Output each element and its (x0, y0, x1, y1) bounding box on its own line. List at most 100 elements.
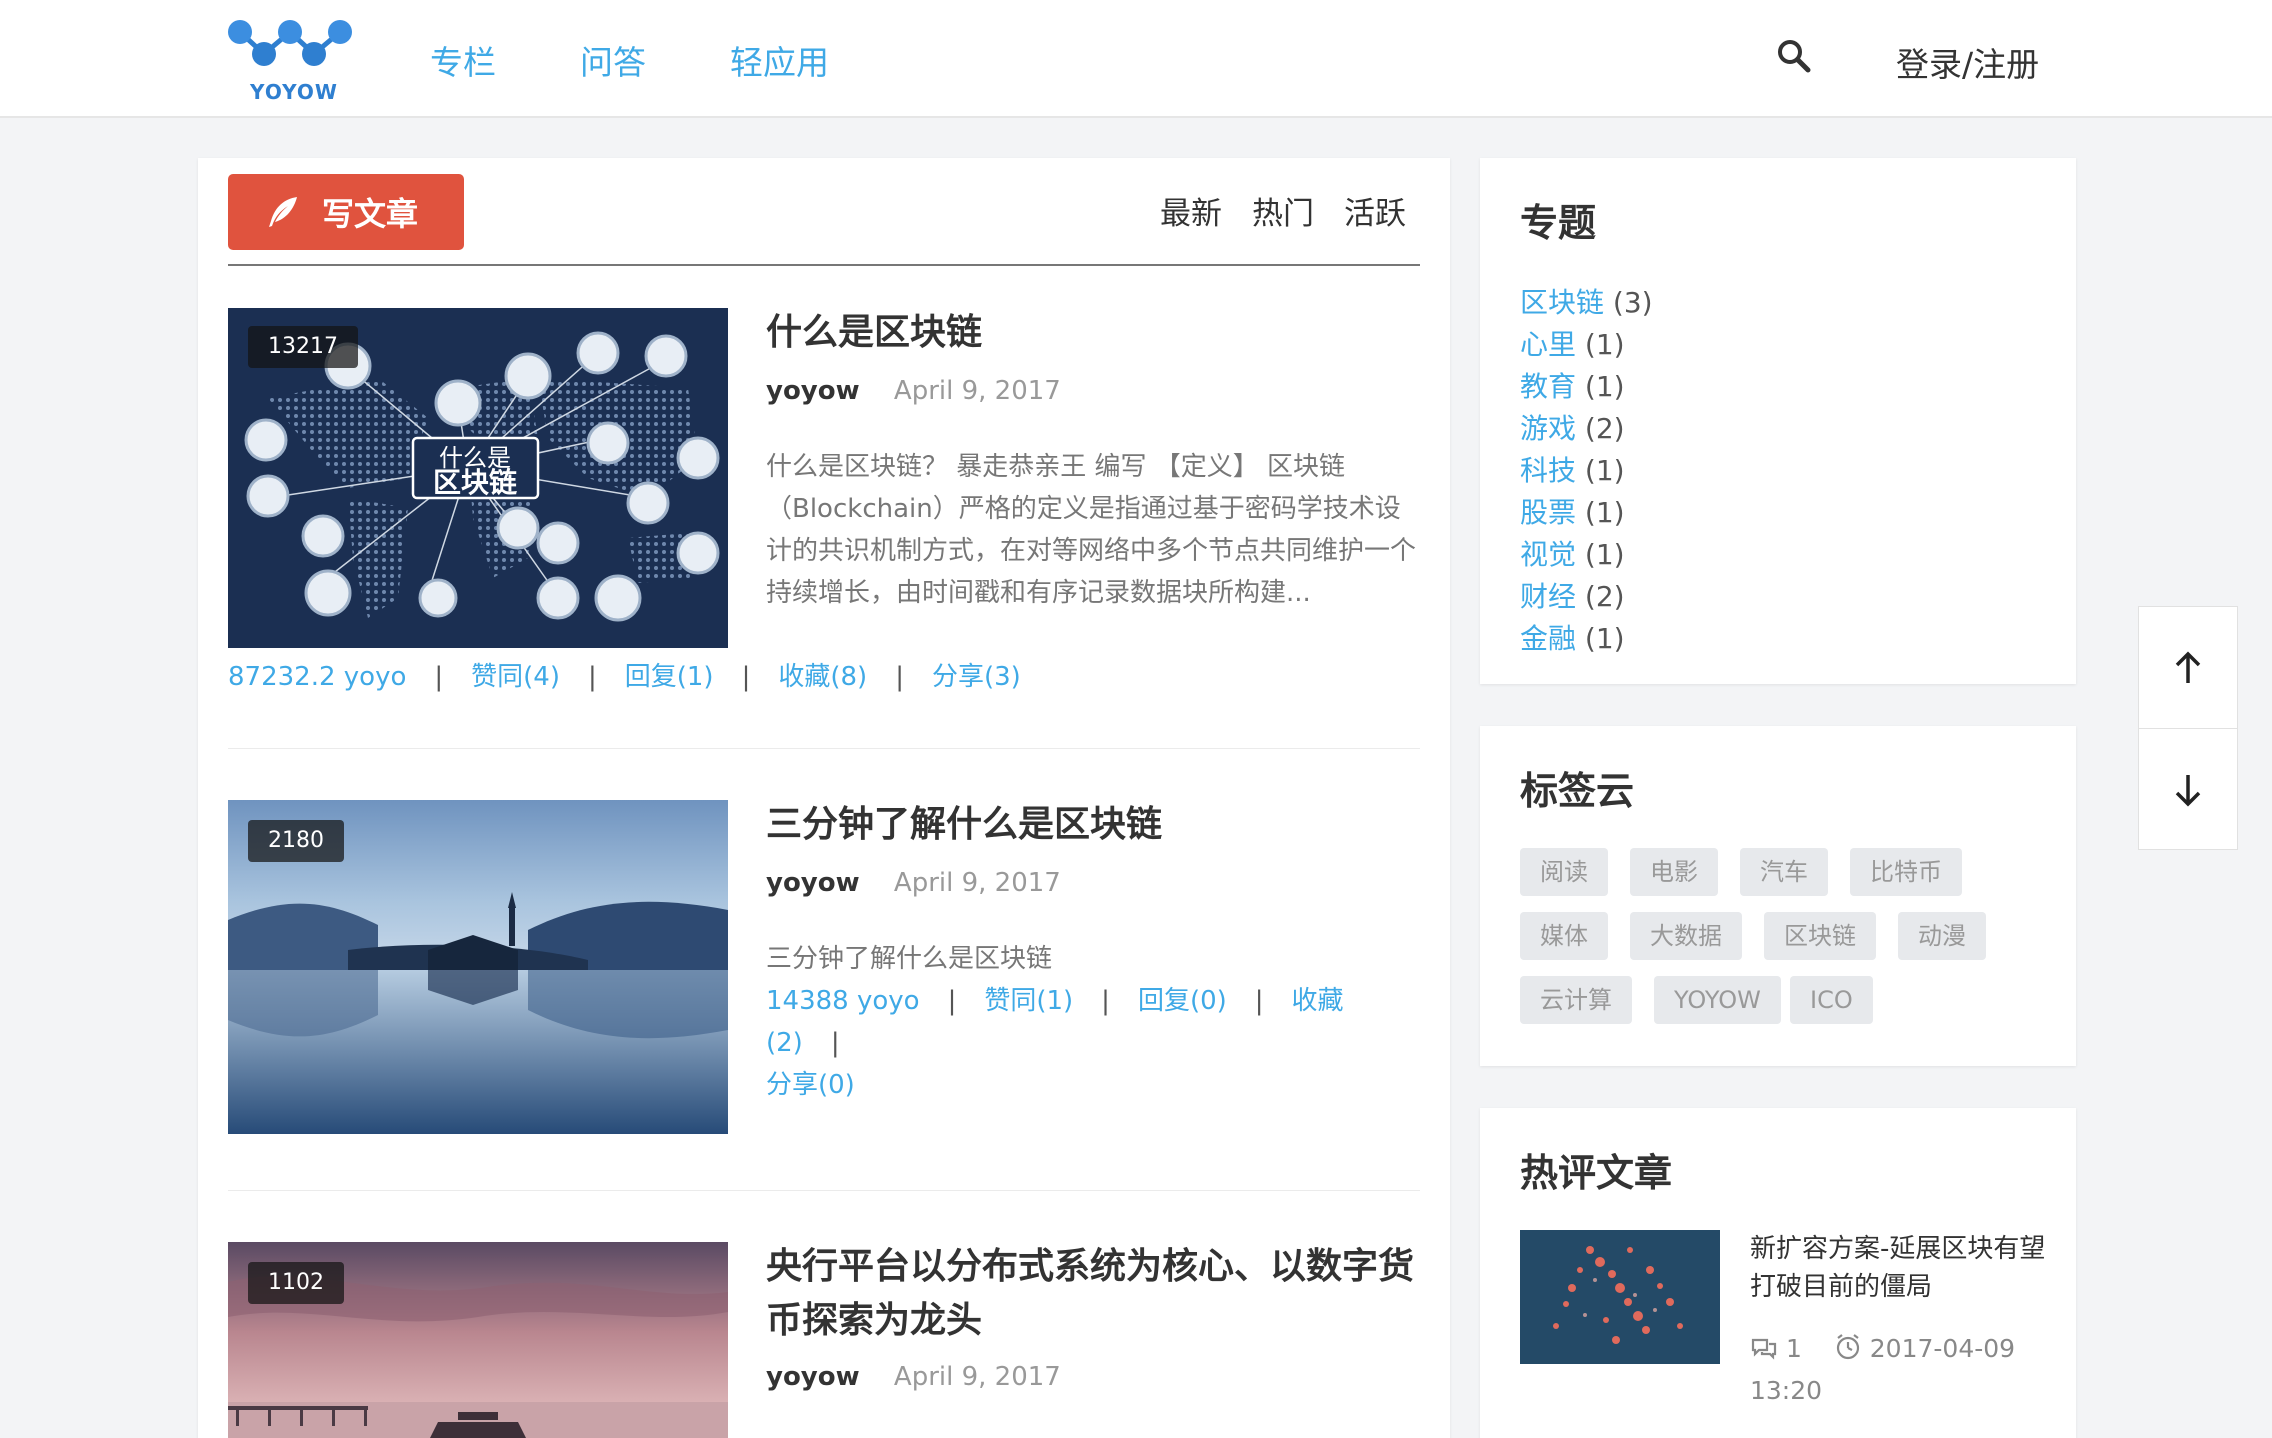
topics-card: 专题 区块链 (3) 心里 (1) 教育 (1) 游戏 (2) 科技 (1) 股… (1480, 158, 2076, 684)
topic-count: (1) (1584, 328, 1625, 361)
tag-chip[interactable]: 动漫 (1898, 912, 1986, 960)
article-stats: 14388 yoyo | 赞同(1) | 回复(0) | 收藏(2) | 分享(0) (766, 986, 1344, 1100)
hot-articles-card: 热评文章 新扩容方案-延展区块有望打破目前的僵局 1 2017-04-09 13… (1480, 1108, 2076, 1438)
article-date: April 9, 2017 (893, 376, 1061, 406)
article-thumbnail[interactable]: 1102 (228, 1242, 728, 1438)
write-article-button[interactable]: 写文章 (228, 174, 464, 250)
tag-chip[interactable]: 比特币 (1850, 848, 1962, 896)
like-link[interactable]: 赞同(4) (471, 662, 560, 692)
tag-chip[interactable]: 汽车 (1740, 848, 1828, 896)
hot-article-meta: 1 2017-04-09 13:20 (1750, 1328, 2050, 1412)
article-author[interactable]: yoyow (766, 376, 860, 406)
article-author[interactable]: yoyow (766, 1362, 860, 1392)
topic-link[interactable]: 金融 (1520, 622, 1576, 655)
article-divider (228, 748, 1420, 749)
topic-count: (1) (1584, 538, 1625, 571)
topic-item: 财经 (2) (1520, 576, 1653, 618)
topic-link[interactable]: 视觉 (1520, 538, 1576, 571)
topic-link[interactable]: 科技 (1520, 454, 1576, 487)
hot-article-title[interactable]: 新扩容方案-延展区块有望打破目前的僵局 (1750, 1230, 2050, 1306)
topic-count: (2) (1584, 412, 1625, 445)
arrow-down-icon (2175, 775, 2201, 807)
topic-item: 股票 (1) (1520, 492, 1653, 534)
article-feed: 写文章 最新 热门 活跃 什么是 区块链 13217 什么是区块链 yoyow … (198, 158, 1450, 1438)
topic-link[interactable]: 教育 (1520, 370, 1576, 403)
share-link[interactable]: 分享(3) (932, 662, 1021, 692)
article-item: 2180 三分钟了解什么是区块链 yoyow April 9, 2017 三分钟… (228, 800, 1420, 1140)
write-article-label: 写文章 (322, 195, 419, 233)
topic-item: 游戏 (2) (1520, 408, 1653, 450)
tag-chip[interactable]: 媒体 (1520, 912, 1608, 960)
article-thumbnail[interactable]: 什么是 区块链 13217 (228, 308, 728, 648)
favorite-link[interactable]: 收藏(8) (778, 662, 867, 692)
view-count-badge: 2180 (248, 820, 344, 862)
reply-link[interactable]: 回复(0) (1138, 986, 1227, 1016)
article-divider (228, 1190, 1420, 1191)
article-title[interactable]: 三分钟了解什么是区块链 (766, 798, 1420, 852)
tag-cloud-card: 标签云 阅读 电影 汽车 比特币 媒体 大数据 区块链 动漫 云计算 YOYOW… (1480, 726, 2076, 1066)
tab-hot[interactable]: 热门 (1252, 188, 1314, 233)
article-thumbnail[interactable]: 2180 (228, 800, 728, 1134)
berries-image (1520, 1230, 1720, 1364)
hot-article-comment-count: 1 (1785, 1334, 1802, 1363)
topic-item: 金融 (1) (1520, 618, 1653, 660)
article-author[interactable]: yoyow (766, 868, 860, 898)
login-register-link[interactable]: 登录/注册 (1896, 38, 2039, 86)
tag-chip[interactable]: 大数据 (1630, 912, 1742, 960)
tag-chip[interactable]: ICO (1790, 976, 1873, 1024)
topic-count: (1) (1584, 622, 1625, 655)
hot-article-thumbnail[interactable] (1520, 1230, 1720, 1364)
search-icon[interactable] (1776, 38, 1812, 74)
yoyow-logo[interactable]: YOYOW (224, 14, 364, 104)
yoyo-amount: 14388 yoyo (766, 986, 920, 1016)
comments-icon (1751, 1338, 1777, 1360)
like-link[interactable]: 赞同(1) (984, 986, 1073, 1016)
topic-count: (1) (1584, 496, 1625, 529)
topic-link[interactable]: 区块链 (1520, 286, 1604, 319)
view-count-badge: 13217 (248, 326, 358, 368)
nav-item-qa[interactable]: 问答 (580, 36, 646, 84)
share-link[interactable]: 分享(0) (766, 1070, 855, 1100)
nav-item-light-apps[interactable]: 轻应用 (730, 36, 829, 84)
nav-item-column[interactable]: 专栏 (430, 36, 496, 84)
article-title[interactable]: 什么是区块链 (766, 306, 1420, 360)
scroll-down-button[interactable] (2139, 729, 2237, 851)
topic-item: 心里 (1) (1520, 324, 1653, 366)
yoyo-amount: 87232.2 yoyo (228, 662, 407, 692)
thumb-caption-line2: 区块链 (433, 466, 517, 499)
topic-item: 科技 (1) (1520, 450, 1653, 492)
tab-active[interactable]: 活跃 (1344, 188, 1406, 233)
hot-article-item: 新扩容方案-延展区块有望打破目前的僵局 1 2017-04-09 13:20 (1520, 1230, 2045, 1430)
article-stats: 87232.2 yoyo | 赞同(4) | 回复(1) | 收藏(8) | 分享(3) (228, 662, 1021, 692)
view-count-badge: 1102 (248, 1262, 344, 1304)
topic-count: (3) (1612, 286, 1653, 319)
tag-cloud-title: 标签云 (1520, 769, 1635, 813)
article-excerpt: 三分钟了解什么是区块链 (766, 944, 1053, 974)
tag-chip[interactable]: 电影 (1630, 848, 1718, 896)
tag-chip[interactable]: 阅读 (1520, 848, 1608, 896)
article-meta: yoyow April 9, 2017 (766, 868, 1061, 898)
article-title[interactable]: 央行平台以分布式系统为核心、以数字货币探索为龙头 (766, 1240, 1420, 1348)
topic-link[interactable]: 财经 (1520, 580, 1576, 613)
topic-count: (1) (1584, 454, 1625, 487)
reply-link[interactable]: 回复(1) (625, 662, 714, 692)
tab-latest[interactable]: 最新 (1160, 188, 1222, 233)
topic-link[interactable]: 游戏 (1520, 412, 1576, 445)
article-excerpt: 什么是区块链？ 暴走恭亲王 编写 【定义】 区块链（Blockchain）严格的… (766, 452, 1417, 608)
article-item: 什么是 区块链 13217 什么是区块链 yoyow April 9, 2017… (228, 308, 1420, 728)
tag-chip[interactable]: 云计算 (1520, 976, 1632, 1024)
top-navbar: YOYOW 专栏 问答 轻应用 登录/注册 (0, 0, 2272, 118)
hot-articles-title: 热评文章 (1520, 1151, 1673, 1195)
clock-icon (1836, 1334, 1859, 1360)
tag-chip[interactable]: 区块链 (1764, 912, 1876, 960)
article-date: April 9, 2017 (893, 1362, 1061, 1392)
tag-chip[interactable]: YOYOW (1654, 976, 1781, 1024)
article-item: 1102 央行平台以分布式系统为核心、以数字货币探索为龙头 yoyow Apri… (228, 1242, 1420, 1438)
article-meta: yoyow April 9, 2017 (766, 376, 1061, 406)
topic-item: 视觉 (1) (1520, 534, 1653, 576)
topic-link[interactable]: 心里 (1520, 328, 1576, 361)
scroll-up-button[interactable] (2139, 607, 2237, 729)
article-meta: yoyow April 9, 2017 (766, 1362, 1061, 1392)
arrow-up-icon (2175, 651, 2201, 683)
topic-link[interactable]: 股票 (1520, 496, 1576, 529)
